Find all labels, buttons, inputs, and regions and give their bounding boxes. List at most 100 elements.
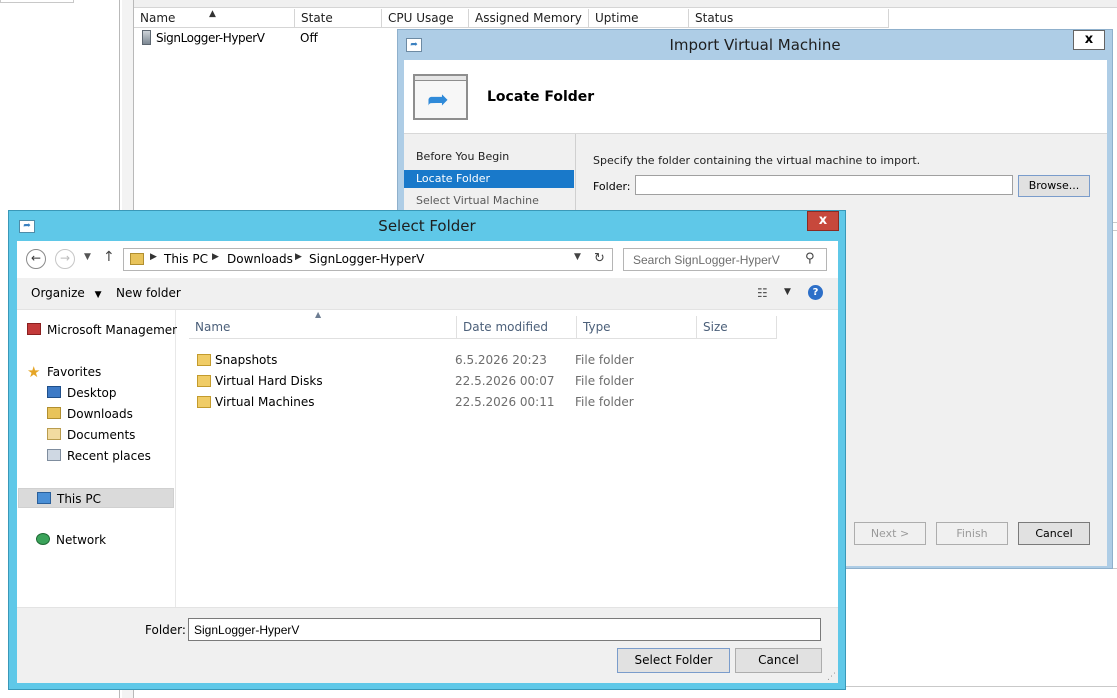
locate-folder-icon: ➦ xyxy=(413,74,468,120)
wizard-page-title: Locate Folder xyxy=(487,89,595,105)
address-bar[interactable]: ▶ This PC ▶ Downloads ▶ SignLogger-Hyper… xyxy=(123,248,613,271)
dialog-title: Select Folder xyxy=(378,217,476,235)
search-icon[interactable]: ⚲ xyxy=(805,251,815,266)
col-header-uptime-label: Uptime xyxy=(595,11,639,25)
recent-locations-chevron-icon[interactable]: ▼ xyxy=(84,252,91,262)
tree-item-label: Desktop xyxy=(67,386,117,400)
breadcrumb-chevron-icon[interactable]: ▶ xyxy=(212,252,219,262)
dialog-footer: Folder: Select Folder Cancel ⋰ xyxy=(17,607,838,683)
wizard-description: Specify the folder containing the virtua… xyxy=(593,154,921,167)
view-dropdown-icon[interactable]: ▼ xyxy=(784,287,791,297)
col-header-name[interactable]: Name ▲ xyxy=(134,9,295,28)
finish-button[interactable]: Finish xyxy=(936,522,1008,545)
breadcrumb-chevron-icon[interactable]: ▶ xyxy=(295,252,302,262)
tree-item-label: This PC xyxy=(57,492,101,506)
file-row[interactable]: Virtual Machines 22.5.2026 00:11 File fo… xyxy=(177,392,838,413)
address-dropdown-icon[interactable]: ▼ xyxy=(574,252,581,262)
organize-label: Organize xyxy=(31,286,85,300)
col-header-status-label: Status xyxy=(695,11,734,25)
up-arrow-icon[interactable]: ↑ xyxy=(103,249,115,265)
computer-icon xyxy=(37,492,51,504)
wizard-step-before-you-begin[interactable]: Before You Begin xyxy=(404,148,574,166)
desktop-icon xyxy=(47,386,61,398)
breadcrumb-this-pc[interactable]: This PC xyxy=(164,252,208,266)
new-folder-button[interactable]: New folder xyxy=(116,286,181,300)
select-folder-dialog: ➦ Select Folder x ← → ▼ ↑ ▶ This PC ▶ Do… xyxy=(8,210,846,690)
file-col-type[interactable]: Type xyxy=(577,316,697,339)
tree-item-recent-places[interactable]: Recent places xyxy=(47,446,151,466)
file-col-date[interactable]: Date modified xyxy=(457,316,577,339)
mmc-icon xyxy=(27,323,41,335)
back-arrow-icon[interactable]: ← xyxy=(26,249,46,269)
tree-item-desktop[interactable]: Desktop xyxy=(47,383,117,403)
tree-item-label: Microsoft Managemen xyxy=(47,323,180,337)
dialog-close-button[interactable]: x xyxy=(807,211,839,231)
tree-item-mmc[interactable]: Microsoft Managemen xyxy=(27,320,180,340)
virtual-machine-icon xyxy=(142,30,151,45)
tree-item-network[interactable]: Network xyxy=(36,530,106,550)
file-col-size[interactable]: Size xyxy=(697,316,777,339)
file-date: 22.5.2026 00:07 xyxy=(455,374,555,388)
folder-name-input[interactable] xyxy=(188,618,821,641)
left-pane-box xyxy=(0,0,74,3)
col-header-name-label: Name xyxy=(140,11,176,25)
breadcrumb-downloads[interactable]: Downloads xyxy=(227,252,293,266)
arrow-icon: ➦ xyxy=(427,85,449,115)
tree-item-this-pc[interactable]: This PC xyxy=(18,488,174,508)
file-date: 22.5.2026 00:11 xyxy=(455,395,555,409)
file-row[interactable]: Virtual Hard Disks 22.5.2026 00:07 File … xyxy=(177,371,838,392)
wizard-step-locate-folder[interactable]: Locate Folder xyxy=(404,170,574,188)
col-header-cpu[interactable]: CPU Usage xyxy=(382,9,469,28)
wizard-title: Import Virtual Machine xyxy=(669,36,841,54)
window-bar-icon xyxy=(415,76,466,81)
tree-item-label: Favorites xyxy=(47,365,102,379)
file-row[interactable]: Snapshots 6.5.2026 20:23 File folder xyxy=(177,350,838,371)
wizard-folder-label: Folder: xyxy=(593,180,631,193)
folder-label: Folder: xyxy=(145,623,186,637)
tree-item-downloads[interactable]: Downloads xyxy=(47,404,133,424)
cancel-button[interactable]: Cancel xyxy=(735,648,822,673)
wizard-step-select-vm[interactable]: Select Virtual Machine xyxy=(404,192,574,210)
tree-item-label: Documents xyxy=(67,428,136,442)
file-col-name[interactable]: Name xyxy=(189,316,457,339)
file-type: File folder xyxy=(575,353,634,367)
col-header-state[interactable]: State xyxy=(295,9,382,28)
folder-icon xyxy=(197,375,211,387)
folder-icon xyxy=(197,396,211,408)
col-header-status[interactable]: Status xyxy=(689,9,889,28)
wizard-close-button[interactable]: x xyxy=(1073,30,1105,50)
next-button[interactable]: Next > xyxy=(854,522,926,545)
vm-state: Off xyxy=(300,31,318,45)
select-folder-button[interactable]: Select Folder xyxy=(617,648,730,673)
resize-grip-icon[interactable]: ⋰ xyxy=(827,672,836,682)
refresh-icon[interactable]: ↻ xyxy=(594,251,605,266)
recent-places-icon xyxy=(47,449,61,461)
search-input[interactable] xyxy=(625,250,800,269)
col-header-memory[interactable]: Assigned Memory xyxy=(469,9,589,28)
tree-item-label: Network xyxy=(56,533,107,547)
view-options-icon[interactable]: ☷ xyxy=(757,286,768,300)
folder-icon xyxy=(130,253,144,265)
breadcrumb-chevron-icon[interactable]: ▶ xyxy=(150,252,157,262)
file-name: Virtual Machines xyxy=(215,395,315,409)
breadcrumb-current-folder[interactable]: SignLogger-HyperV xyxy=(309,252,424,266)
browse-button[interactable]: Browse... xyxy=(1018,175,1090,197)
forward-arrow-icon[interactable]: → xyxy=(55,249,75,269)
col-header-state-label: State xyxy=(301,11,333,25)
col-header-uptime[interactable]: Uptime xyxy=(589,9,689,28)
wizard-folder-input[interactable] xyxy=(635,175,1013,195)
tree-item-documents[interactable]: Documents xyxy=(47,425,135,445)
folder-icon xyxy=(197,354,211,366)
tree-item-label: Downloads xyxy=(67,407,133,421)
organize-button[interactable]: Organize ▼ xyxy=(31,286,102,300)
help-icon[interactable]: ? xyxy=(808,285,823,300)
wizard-cancel-button[interactable]: Cancel xyxy=(1018,522,1090,545)
chevron-down-icon: ▼ xyxy=(94,290,102,300)
file-date: 6.5.2026 20:23 xyxy=(455,353,547,367)
tree-item-favorites[interactable]: ★ Favorites xyxy=(27,362,101,382)
navigation-bar: ← → ▼ ↑ ▶ This PC ▶ Downloads ▶ SignLogg… xyxy=(17,241,838,278)
col-header-cpu-label: CPU Usage xyxy=(388,11,454,25)
downloads-icon xyxy=(47,407,61,419)
file-list: ▲ Name Date modified Type Size Snapshots… xyxy=(177,310,838,607)
search-box: ⚲ xyxy=(623,248,827,271)
